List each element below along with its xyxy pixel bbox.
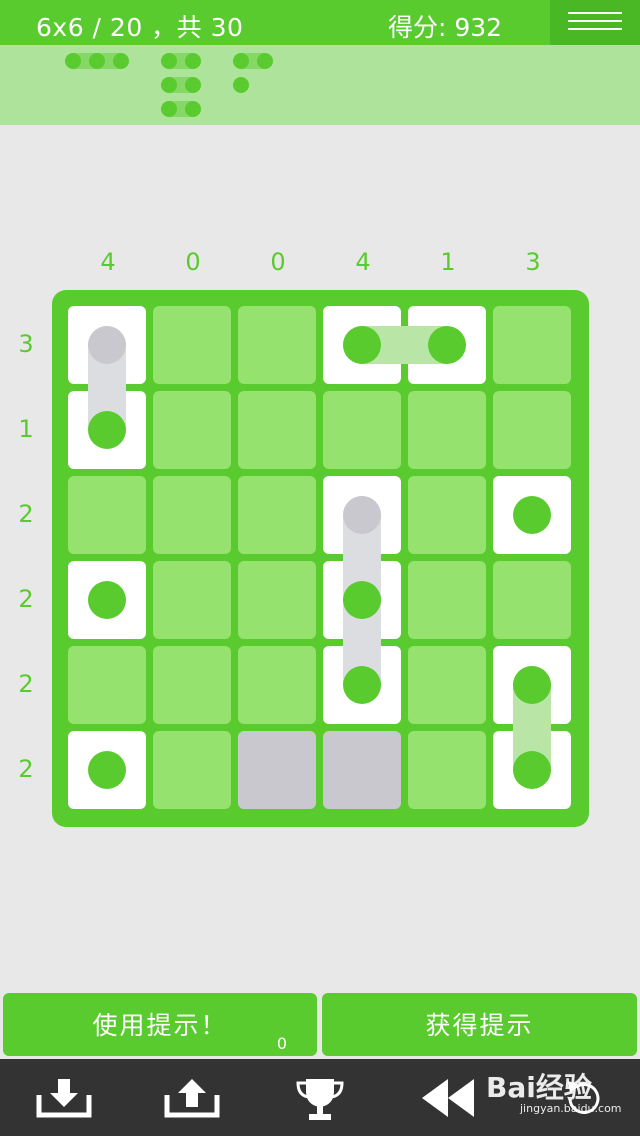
board-cell[interactable] xyxy=(68,646,146,724)
column-clue: 4 xyxy=(100,248,116,276)
board-cell[interactable] xyxy=(153,306,231,384)
board-cell[interactable] xyxy=(238,646,316,724)
get-hint-button[interactable]: 获得提示 xyxy=(322,993,637,1056)
remaining-pieces-tray xyxy=(0,45,640,125)
piece-dot[interactable] xyxy=(513,666,551,704)
board-cell[interactable] xyxy=(238,561,316,639)
piece-dot[interactable] xyxy=(161,77,177,93)
board-cell[interactable] xyxy=(493,391,571,469)
column-clue: 4 xyxy=(355,248,371,276)
board-cell[interactable] xyxy=(238,476,316,554)
board-cell[interactable] xyxy=(238,306,316,384)
piece-dot[interactable] xyxy=(161,101,177,117)
row-clue: 2 xyxy=(18,585,34,613)
rewind-icon[interactable] xyxy=(420,1077,476,1119)
piece-dot[interactable] xyxy=(89,53,105,69)
upload-icon[interactable] xyxy=(164,1077,220,1119)
board-cell[interactable] xyxy=(408,476,486,554)
board-cell[interactable] xyxy=(68,476,146,554)
menu-button[interactable] xyxy=(550,0,640,45)
column-clue: 0 xyxy=(185,248,201,276)
piece-dot[interactable] xyxy=(513,751,551,789)
score-display: 得分: 932 xyxy=(388,13,503,42)
piece-dot[interactable] xyxy=(257,53,273,69)
piece-dot[interactable] xyxy=(113,53,129,69)
piece-dot[interactable] xyxy=(343,326,381,364)
watermark-url: jingyan.baidu.com xyxy=(520,1102,622,1115)
download-icon[interactable] xyxy=(36,1077,92,1119)
use-hint-label: 使用提示！ xyxy=(92,1011,228,1040)
piece-dot[interactable] xyxy=(88,751,126,789)
board-cell[interactable] xyxy=(323,731,401,809)
piece-dot[interactable] xyxy=(88,411,126,449)
game-board xyxy=(52,290,589,827)
trophy-icon[interactable] xyxy=(294,1077,346,1123)
piece-dot[interactable] xyxy=(65,53,81,69)
piece-dot[interactable] xyxy=(233,77,249,93)
piece-dot[interactable] xyxy=(88,581,126,619)
row-clue: 2 xyxy=(18,500,34,528)
bottom-toolbar: Bai经验 jingyan.baidu.com xyxy=(0,1059,640,1136)
column-clue: 0 xyxy=(270,248,286,276)
piece-dot[interactable] xyxy=(343,666,381,704)
board-cell[interactable] xyxy=(238,731,316,809)
piece-dot[interactable] xyxy=(343,496,381,534)
level-indicator: 6x6 / 20 ，共 30 xyxy=(36,13,244,42)
get-hint-label: 获得提示 xyxy=(425,1011,534,1040)
board-cell[interactable] xyxy=(493,306,571,384)
column-clue: 1 xyxy=(440,248,456,276)
board-cell[interactable] xyxy=(323,391,401,469)
piece-dot[interactable] xyxy=(513,496,551,534)
piece-dot[interactable] xyxy=(161,53,177,69)
row-clue: 1 xyxy=(18,415,34,443)
top-bar: 6x6 / 20 ，共 30 得分: 932 xyxy=(0,0,640,45)
row-clue: 2 xyxy=(18,670,34,698)
piece-dot[interactable] xyxy=(88,326,126,364)
board-cell[interactable] xyxy=(408,391,486,469)
piece-dot[interactable] xyxy=(428,326,466,364)
board-cell[interactable] xyxy=(153,646,231,724)
piece-dot[interactable] xyxy=(233,53,249,69)
row-clue: 3 xyxy=(18,330,34,358)
board-cell[interactable] xyxy=(408,561,486,639)
use-hint-button[interactable]: 使用提示！ 0 xyxy=(3,993,317,1056)
board-cell[interactable] xyxy=(493,561,571,639)
board-cell[interactable] xyxy=(153,731,231,809)
piece-dot[interactable] xyxy=(185,77,201,93)
board-cell[interactable] xyxy=(153,561,231,639)
menu-icon xyxy=(568,12,622,14)
column-clue: 3 xyxy=(525,248,541,276)
board-cell[interactable] xyxy=(408,646,486,724)
board-cell[interactable] xyxy=(153,476,231,554)
piece-dot[interactable] xyxy=(185,101,201,117)
board-cell[interactable] xyxy=(238,391,316,469)
watermark: Bai经验 xyxy=(486,1071,592,1104)
piece-dot[interactable] xyxy=(185,53,201,69)
row-clue: 2 xyxy=(18,755,34,783)
board-cell[interactable] xyxy=(408,731,486,809)
piece-dot[interactable] xyxy=(343,581,381,619)
hint-count: 0 xyxy=(276,1034,287,1053)
board-cell[interactable] xyxy=(153,391,231,469)
